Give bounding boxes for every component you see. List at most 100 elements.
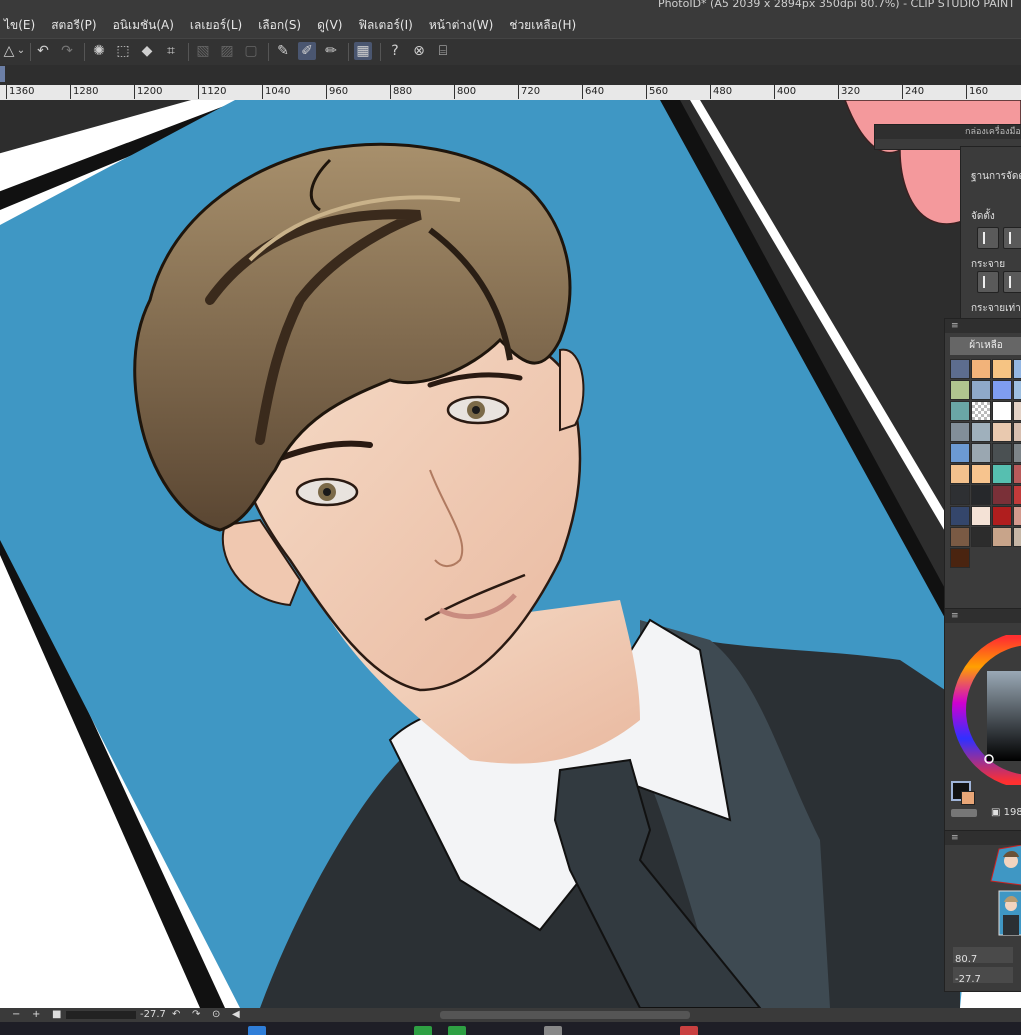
color-swatch[interactable]	[950, 443, 970, 463]
swatch-grid	[950, 359, 1021, 569]
menu-view[interactable]: ดู(V)	[309, 16, 350, 35]
color-swatch[interactable]	[1013, 485, 1021, 505]
rotate-right-icon[interactable]: ↷	[192, 1008, 200, 1022]
color-swatch[interactable]	[1013, 359, 1021, 379]
menu-filter[interactable]: ฟิลเตอร์(I)	[351, 16, 421, 35]
layer-thumbnails[interactable]	[989, 845, 1021, 941]
menu-select[interactable]: เลือก(S)	[250, 16, 309, 35]
color-swatch[interactable]	[992, 401, 1012, 421]
color-swatch[interactable]	[971, 464, 991, 484]
menu-help[interactable]: ช่วยเหลือ(H)	[501, 16, 584, 35]
pen-icon[interactable]: ✎	[274, 42, 292, 60]
window-title: PhotoID* (A5 2039 x 2894px 350dpi 80.7%)…	[657, 0, 1015, 10]
color-swatch[interactable]	[950, 422, 970, 442]
lasso-icon[interactable]: ✺	[90, 42, 108, 60]
hatch-icon[interactable]: ▧	[194, 42, 212, 60]
color-swatch[interactable]	[1013, 422, 1021, 442]
align-center-button[interactable]	[1003, 227, 1021, 249]
color-swatch[interactable]	[1013, 527, 1021, 547]
eraser-icon[interactable]: ✏	[322, 42, 340, 60]
color-swatch[interactable]	[950, 401, 970, 421]
color-swatch[interactable]	[992, 527, 1012, 547]
color-swatch[interactable]	[950, 485, 970, 505]
color-swatch[interactable]	[1013, 401, 1021, 421]
sub-color-chip[interactable]	[961, 791, 975, 805]
frame-icon[interactable]: ▢	[242, 42, 260, 60]
color-swatch[interactable]	[950, 506, 970, 526]
color-swatch[interactable]	[971, 380, 991, 400]
browser-icon[interactable]	[248, 1026, 266, 1035]
color-swatch[interactable]	[971, 506, 991, 526]
crop-icon[interactable]: ⌗	[162, 42, 180, 60]
color-swatch[interactable]	[1013, 380, 1021, 400]
tool-panel-title: กล่องเครื่องมือ	[875, 125, 1021, 139]
redo-icon[interactable]: ↷	[58, 42, 76, 60]
brush-icon[interactable]: ✐	[298, 42, 316, 60]
color-swatch[interactable]	[992, 485, 1012, 505]
color-swatch[interactable]	[992, 464, 1012, 484]
grid-icon[interactable]: ▨	[218, 42, 236, 60]
menu-story[interactable]: สตอรี(P)	[43, 16, 104, 35]
reset-rotation-icon[interactable]: ⊙	[212, 1008, 220, 1022]
horizontal-scrollbar[interactable]	[440, 1011, 690, 1019]
color-swatch[interactable]	[971, 401, 991, 421]
status-rotation: -27.7	[140, 1009, 166, 1020]
color-wheel[interactable]	[951, 635, 1021, 785]
settings-icon[interactable]: ⌸	[434, 42, 452, 60]
horizontal-ruler: 1360 1280 1200 1120 1040 960 880 800 720…	[0, 85, 1021, 100]
ruler-tick: 880	[390, 85, 412, 99]
status-bar: − + ■ -27.7 ↶ ↷ ⊙ ◀	[0, 1008, 1021, 1022]
zoom-slider[interactable]	[66, 1011, 136, 1019]
color-swatch[interactable]	[992, 380, 1012, 400]
color-swatch[interactable]	[971, 359, 991, 379]
color-swatch[interactable]	[950, 527, 970, 547]
undo-icon[interactable]: ↶	[34, 42, 52, 60]
color-set-title[interactable]: ผ้าเหลือ	[950, 337, 1021, 355]
drawing-canvas[interactable]	[0, 100, 1021, 1008]
ruler-tick: 1280	[70, 85, 98, 99]
help-icon[interactable]: ?	[386, 42, 404, 60]
opacity-field[interactable]: 80.7	[953, 947, 1013, 965]
color-swatch[interactable]	[1013, 464, 1021, 484]
color-swatch[interactable]	[971, 443, 991, 463]
color-swatch[interactable]	[1013, 506, 1021, 526]
color-swatch[interactable]	[992, 359, 1012, 379]
marquee-icon[interactable]: ⬚	[114, 42, 132, 60]
tablet-icon[interactable]: ▦	[354, 42, 372, 60]
swap-colors-icon[interactable]	[951, 809, 977, 817]
color-swatch[interactable]	[950, 380, 970, 400]
rotate-left-icon[interactable]: ↶	[172, 1008, 180, 1022]
color-swatch[interactable]	[992, 443, 1012, 463]
menu-window[interactable]: หน้าต่าง(W)	[421, 16, 501, 35]
flip-icon[interactable]: ◀	[232, 1008, 240, 1022]
color-swatch[interactable]	[971, 527, 991, 547]
menu-edit[interactable]: ไข(E)	[0, 16, 43, 35]
menu-layer[interactable]: เลเยอร์(L)	[182, 16, 250, 35]
fill-icon[interactable]: ◆	[138, 42, 156, 60]
color-swatch[interactable]	[1013, 443, 1021, 463]
color-swatch[interactable]	[971, 422, 991, 442]
color-swatch[interactable]	[950, 464, 970, 484]
align-left-button[interactable]	[977, 227, 999, 249]
rotation-field[interactable]: -27.7	[953, 967, 1013, 985]
color-swatch[interactable]	[992, 422, 1012, 442]
color-swatch[interactable]	[950, 548, 970, 568]
app-icon[interactable]	[544, 1026, 562, 1035]
zoom-in-icon[interactable]: +	[32, 1008, 40, 1022]
color-swatch[interactable]	[971, 485, 991, 505]
distribute-left-button[interactable]	[977, 271, 999, 293]
app-icon[interactable]	[414, 1026, 432, 1035]
ruler-tick: 560	[646, 85, 668, 99]
distribute-center-button[interactable]	[1003, 271, 1021, 293]
chevron-down-icon[interactable]: ⌄	[12, 42, 30, 60]
navigate-icon[interactable]: ⊗	[410, 42, 428, 60]
clip-studio-icon[interactable]	[680, 1026, 698, 1035]
menu-animation[interactable]: อนิเมชัน(A)	[105, 16, 182, 35]
fit-icon[interactable]: ■	[52, 1008, 61, 1022]
color-swatch[interactable]	[992, 506, 1012, 526]
app-icon[interactable]	[448, 1026, 466, 1035]
canvas-tab[interactable]	[0, 66, 5, 82]
color-swatch[interactable]	[950, 359, 970, 379]
layer-panel: ≡ 80.7 -27.7	[944, 830, 1021, 992]
zoom-out-icon[interactable]: −	[12, 1008, 20, 1022]
